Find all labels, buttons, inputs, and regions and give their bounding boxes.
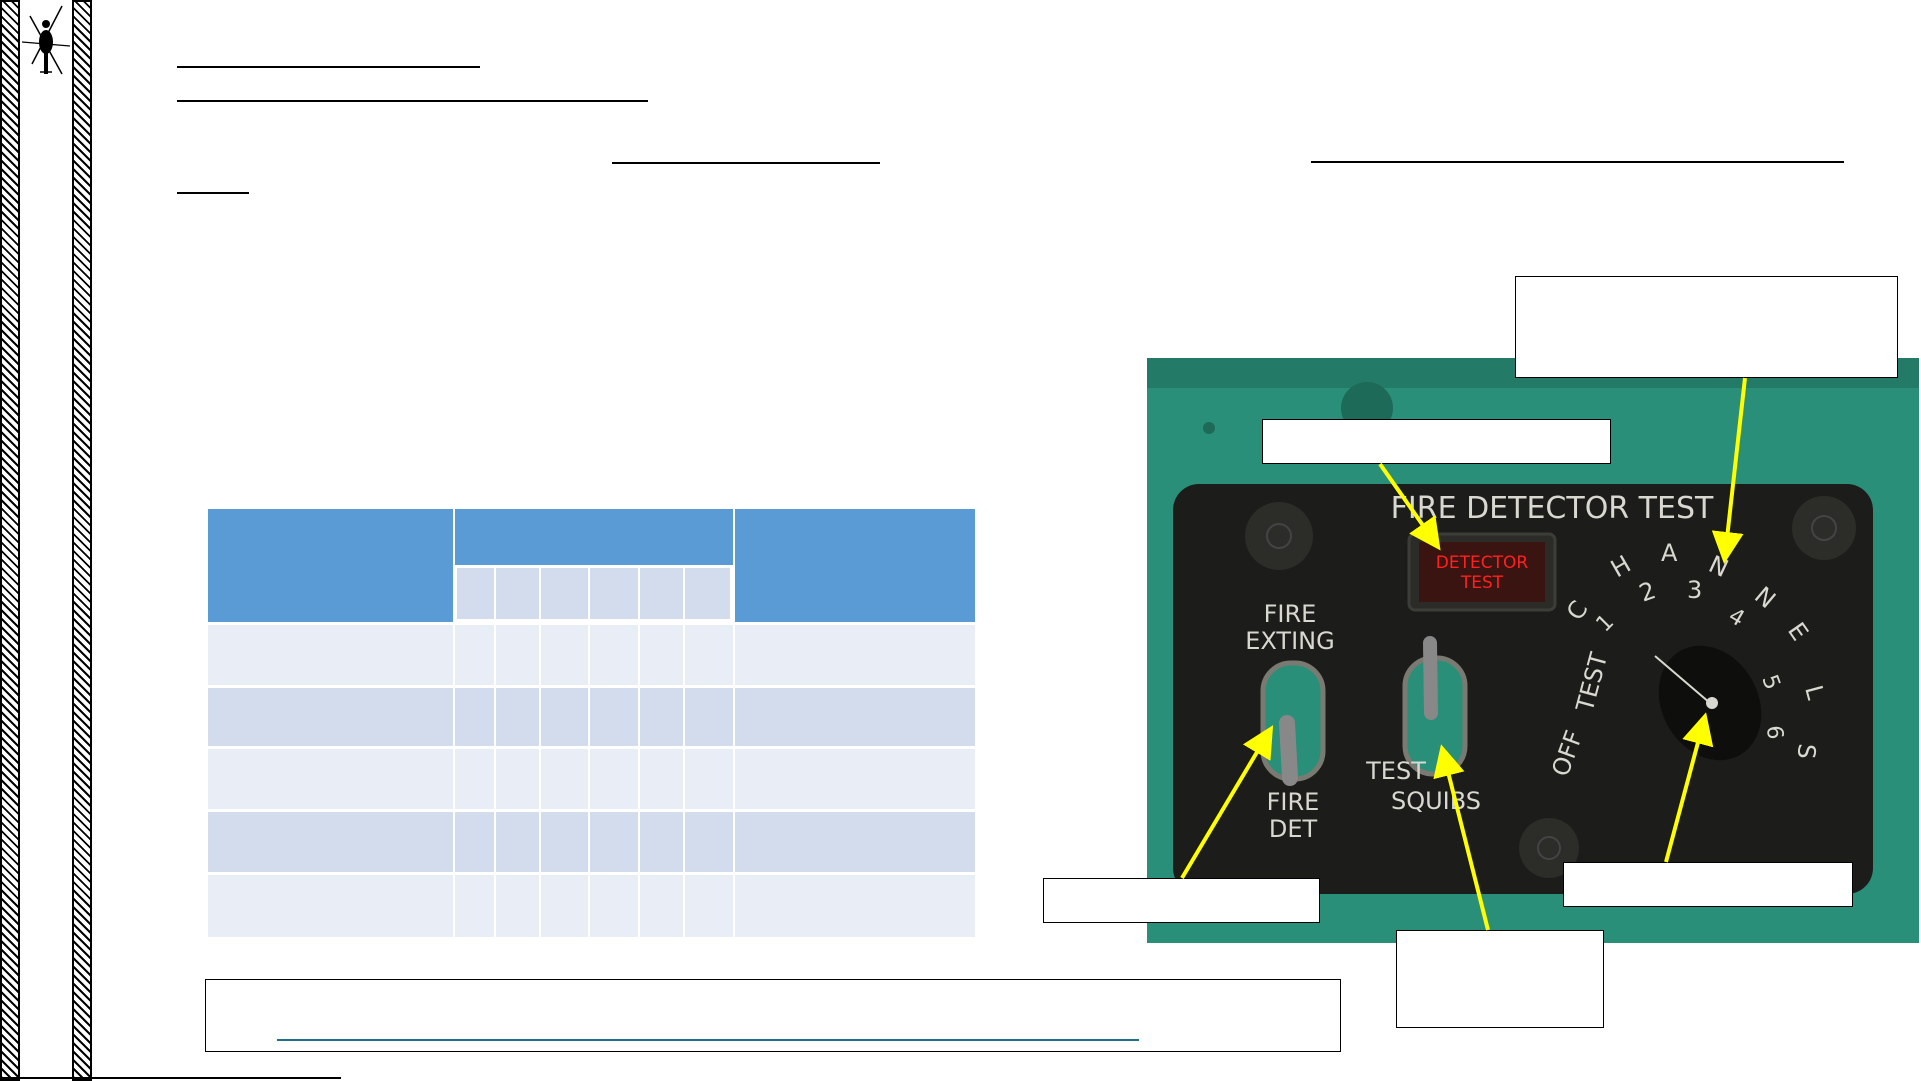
arrow <box>1433 744 1490 931</box>
callout-arrows <box>1180 377 1747 931</box>
arrow <box>1664 712 1714 863</box>
arrow <box>1711 377 1747 564</box>
arrow <box>1378 462 1441 551</box>
footer-rule <box>0 1077 341 1079</box>
arrow <box>1180 725 1274 880</box>
